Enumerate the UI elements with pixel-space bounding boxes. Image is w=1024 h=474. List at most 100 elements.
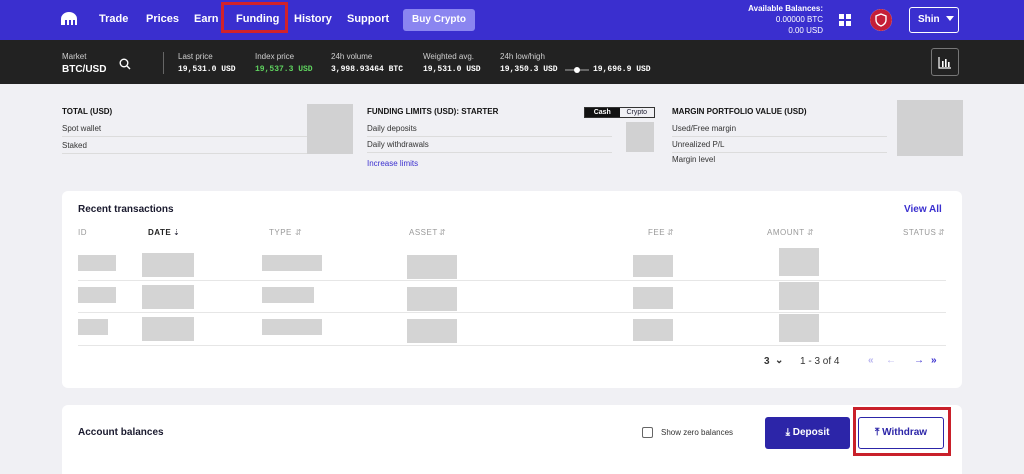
show-zero-balances-checkbox[interactable] (642, 427, 653, 438)
col-status[interactable]: STATUS (903, 228, 936, 237)
account-balances-title: Account balances (78, 427, 164, 438)
sort-icon: ⇵ (439, 228, 446, 237)
redacted-cell (633, 255, 673, 277)
col-amount[interactable]: AMOUNT (767, 228, 805, 237)
sort-icon: ⇵ (938, 228, 945, 237)
previous-page-icon[interactable]: ← (886, 355, 896, 366)
market-pair-selector[interactable]: BTC/USD (62, 64, 106, 75)
search-icon[interactable] (119, 58, 131, 70)
redacted-cell (78, 319, 108, 335)
market-bar: Market BTC/USD Last price 19,531.0 USD I… (0, 40, 1024, 84)
market-label: Market (62, 52, 87, 61)
col-asset[interactable]: ASSET (409, 228, 438, 237)
redacted-cell (407, 287, 457, 311)
sort-icon: ⇵ (667, 228, 674, 237)
row-divider (78, 345, 946, 346)
redacted-total (307, 104, 353, 154)
total-usd-title: TOTAL (USD) (62, 107, 113, 116)
spot-wallet-label: Spot wallet (62, 124, 102, 133)
redacted-cell (262, 255, 322, 271)
margin-level-label: Margin level (672, 155, 716, 164)
rows-per-page-select[interactable]: 3 (764, 356, 770, 367)
show-zero-balances-label: Show zero balances (661, 428, 734, 437)
col-id: ID (78, 228, 87, 237)
chevron-down-icon (946, 16, 955, 21)
staked-label: Staked (62, 141, 87, 150)
daily-withdrawals-label: Daily withdrawals (367, 140, 429, 149)
first-page-icon[interactable]: « (868, 355, 874, 366)
redacted-cell (142, 285, 194, 309)
sort-desc-icon: ⇣ (173, 228, 180, 237)
deposit-button[interactable]: ⤓ Deposit (765, 417, 850, 449)
nav-history[interactable]: History (294, 13, 332, 25)
next-page-icon[interactable]: → (914, 355, 924, 366)
margin-portfolio-title: MARGIN PORTFOLIO VALUE (USD) (672, 107, 807, 116)
upload-arrow-icon: ⤒ (874, 427, 880, 438)
nav-earn[interactable]: Earn (194, 13, 218, 25)
redacted-cell (142, 253, 194, 277)
redacted-cell (407, 319, 457, 343)
buy-crypto-button[interactable]: Buy Crypto (403, 9, 475, 31)
redacted-cell (142, 317, 194, 341)
col-type[interactable]: TYPE (269, 228, 292, 237)
nav-support[interactable]: Support (347, 13, 389, 25)
redacted-limits (626, 122, 654, 152)
volume-value: 3,998.93464 BTC (331, 65, 404, 74)
col-date[interactable]: DATE (148, 228, 171, 237)
bar-chart-icon (938, 57, 951, 69)
col-fee[interactable]: FEE (648, 228, 665, 237)
nav-trade[interactable]: Trade (99, 13, 128, 25)
used-free-margin-label: Used/Free margin (672, 124, 737, 133)
redacted-cell (262, 319, 322, 335)
high-value: 19,696.9 USD (593, 65, 651, 74)
row-divider (78, 312, 946, 313)
divider (367, 152, 612, 153)
divider (367, 136, 612, 137)
row-divider (78, 280, 946, 281)
redacted-cell (633, 287, 673, 309)
weighted-avg-label: Weighted avg. (423, 52, 474, 61)
kraken-logo-icon[interactable] (60, 12, 78, 26)
balance-usd: 0.00 USD (788, 26, 823, 35)
unrealized-pl-label: Unrealized P/L (672, 140, 725, 149)
available-balances-title: Available Balances: (748, 4, 823, 13)
chart-toggle-button[interactable] (931, 48, 959, 76)
crypto-option[interactable]: Crypto (620, 108, 655, 117)
download-arrow-icon: ⤓ (785, 427, 790, 438)
redacted-cell (779, 314, 819, 342)
redacted-cell (78, 287, 116, 303)
apps-grid-icon[interactable] (839, 14, 851, 26)
range-slider-icon (565, 67, 589, 73)
chevron-down-icon: ⌄ (775, 355, 784, 366)
weighted-avg-value: 19,531.0 USD (423, 65, 481, 74)
withdraw-button[interactable]: ⤒ Withdraw (858, 417, 944, 449)
user-name: Shin (918, 14, 940, 25)
cash-crypto-toggle[interactable]: Cash Crypto (584, 107, 655, 118)
volume-label: 24h volume (331, 52, 373, 61)
divider (62, 153, 307, 154)
low-value: 19,350.3 USD (500, 65, 558, 74)
divider (62, 136, 307, 137)
cash-option[interactable]: Cash (585, 108, 620, 117)
deposit-label: Deposit (792, 427, 830, 438)
divider (672, 136, 887, 137)
funding-limits-title: FUNDING LIMITS (USD): STARTER (367, 107, 499, 116)
low-high-label: 24h low/high (500, 52, 545, 61)
security-shield-icon[interactable] (870, 9, 892, 31)
last-price-value: 19,531.0 USD (178, 65, 236, 74)
increase-limits-link[interactable]: Increase limits (367, 159, 418, 168)
funding-highlight-box (221, 2, 288, 33)
index-price-value: 19,537.3 USD (255, 65, 313, 74)
market-divider (163, 52, 164, 74)
recent-transactions-title: Recent transactions (78, 204, 174, 215)
redacted-margin (897, 100, 963, 156)
nav-prices[interactable]: Prices (146, 13, 179, 25)
user-menu-button[interactable]: Shin (909, 7, 959, 33)
last-page-icon[interactable]: » (931, 355, 937, 366)
balance-btc: 0.00000 BTC (775, 15, 823, 24)
view-all-link[interactable]: View All (904, 204, 942, 215)
redacted-cell (633, 319, 673, 341)
last-price-label: Last price (178, 52, 213, 61)
redacted-cell (407, 255, 457, 279)
withdraw-label: Withdraw (882, 427, 928, 438)
